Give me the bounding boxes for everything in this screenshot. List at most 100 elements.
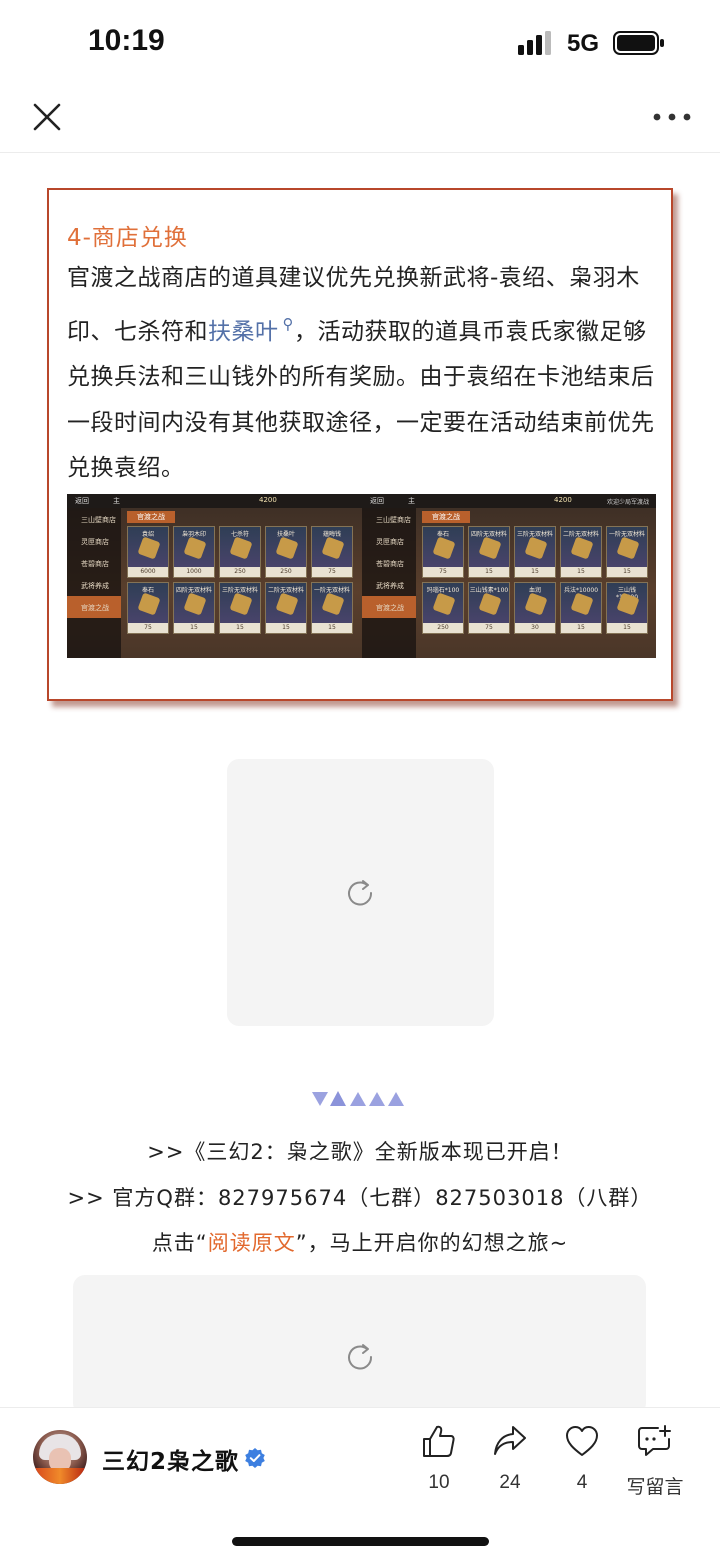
favorite-count: 4 [576, 1472, 588, 1493]
shop-item-price: 250 [220, 567, 260, 577]
shop-item-price: 15 [469, 567, 509, 577]
search-icon[interactable]: ⚲ [283, 315, 295, 333]
shop-home-label: 主 [113, 497, 120, 505]
shop-item-grid: 袁绍 6000 枭羽木印 1000 七杀符 250 扶桑叶 250 蕴晦钱 75 奉石 75 四阶无双材… [127, 526, 359, 634]
shop-item-cell: 三山钱*1000015 [606, 582, 648, 634]
shop-item-price: 15 [312, 623, 352, 633]
shop-item-name: 蕴晦钱 [322, 531, 341, 538]
shop-tab: 官渡之战 [127, 511, 175, 523]
shop-item-cell: 一阶无双材料自选15 [311, 582, 353, 634]
shop-sidebar-item-active: 官渡之战 [67, 596, 121, 618]
footer-read-original: 点击“阅读原文”，马上开启你的幻想之旅~ [0, 1227, 720, 1257]
nav-bar [0, 86, 720, 153]
shop-item-cell: 玛瑙石*100 250 [422, 582, 464, 634]
shop-item-name: 兵法*10000 [563, 587, 599, 594]
close-icon[interactable] [28, 98, 66, 136]
account-name[interactable]: 三幻2枭之歌 [102, 1442, 239, 1476]
shop-item-name: 扶桑叶 [276, 531, 295, 538]
shop-home-label: 主 [408, 497, 415, 505]
footer-qq-groups: >> 官方Q群：827975674（七群）827503018（八群） [67, 1186, 653, 1210]
loading-spinner-icon [348, 1344, 373, 1370]
bottom-action-bar: 三幻2枭之歌 10 24 4 写留言 [0, 1407, 720, 1558]
shop-item-price: 1000 [174, 567, 214, 577]
favorite-button[interactable]: 4 [547, 1424, 617, 1504]
shop-item-cell: 扶桑叶 250 [265, 526, 307, 578]
shop-sidebar: 三山壁商店 灵匣商店 苍碧商店 武将养成 官渡之战 [67, 508, 121, 658]
shop-currency: 4200 [259, 496, 277, 504]
decorative-triangles-icon [312, 1091, 404, 1106]
avatar-flame [33, 1468, 87, 1484]
shop-screenshot-image[interactable]: 返回 主 4200 三山壁商店 灵匣商店 苍碧商店 武将养成 官渡之战 官渡之战… [67, 494, 656, 658]
footer-version-note: >>《三幻2：枭之歌》全新版本现已开启！ [147, 1140, 573, 1164]
shop-item-name: 枭羽木印 [181, 531, 206, 538]
shop-sidebar-item: 武将养成 [81, 582, 109, 590]
read-original-link[interactable]: 阅读原文 [208, 1231, 296, 1255]
shop-item-cell: 血润 30 [514, 582, 556, 634]
verified-badge-icon [245, 1448, 265, 1468]
shop-item-cell: 二阶无双材料自选15 [560, 526, 602, 578]
shop-item-name: 袁绍 [141, 531, 154, 538]
shop-sidebar-item: 灵匣商店 [81, 538, 109, 546]
share-button[interactable]: 24 [475, 1424, 545, 1504]
loading-spinner-icon [348, 880, 373, 906]
shop-item-cell: 二阶无双材料自选15 [265, 582, 307, 634]
like-count: 10 [428, 1472, 450, 1493]
shop-item-cell: 三阶无双材料自选15 [514, 526, 556, 578]
shop-item-icon [137, 592, 161, 616]
shop-item-name: 玛瑙石*100 [426, 587, 460, 594]
shop-item-price: 250 [423, 623, 463, 633]
shop-item-name: 七杀符 [230, 531, 249, 538]
shop-item-price: 75 [312, 567, 352, 577]
shop-screenshot-right: 返回 主 4200 欢迎少局军渡战 三山壁商店 灵匣商店 苍碧商店 武将养成 官… [362, 494, 656, 658]
shop-back-label: 返回 [75, 497, 89, 505]
share-icon [494, 1426, 526, 1455]
article-card: 4-商店兑换 官渡之战商店的道具建议优先兑换新武将-袁绍、枭羽木印、七杀符和扶桑… [47, 188, 673, 701]
comment-icon [638, 1425, 671, 1456]
shop-item-icon [137, 536, 161, 560]
shop-item-price: 15 [174, 623, 214, 633]
image-loading-placeholder [227, 759, 494, 1026]
shop-sidebar-item: 武将养成 [376, 582, 404, 590]
shop-top-bar: 返回 主 4200 欢迎少局军渡战 [362, 494, 656, 508]
shop-item-icon [478, 592, 502, 616]
shop-item-cell: 奉石 75 [422, 526, 464, 578]
network-type: 5G [567, 30, 600, 57]
cellular-signal-icon [518, 31, 551, 55]
shop-item-price: 15 [607, 623, 647, 633]
shop-sidebar-item: 灵匣商店 [376, 538, 404, 546]
shop-item-cell: 四阶无双材料自选15 [468, 526, 510, 578]
shop-item-name: 奉石 [436, 531, 449, 538]
shop-item-price: 250 [266, 567, 306, 577]
shop-currency: 4200 [554, 496, 572, 504]
footer-suffix: ”，马上开启你的幻想之旅~ [295, 1231, 569, 1255]
shop-item-icon [229, 536, 253, 560]
shop-item-cell: 四阶无双材料自选15 [173, 582, 215, 634]
account-avatar[interactable] [33, 1430, 87, 1484]
more-icon[interactable] [652, 98, 692, 136]
shop-item-price: 15 [607, 567, 647, 577]
shop-item-cell: 枭羽木印 1000 [173, 526, 215, 578]
shop-item-icon [524, 592, 548, 616]
shop-top-bar: 返回 主 4200 [67, 494, 362, 508]
shop-item-grid: 奉石 75 四阶无双材料自选15三阶无双材料自选15二阶无双材料自选15一阶无双材料… [422, 526, 654, 634]
thumbs-up-icon [423, 1425, 455, 1457]
like-button[interactable]: 10 [404, 1424, 474, 1504]
shop-top-note: 欢迎少局军渡战 [606, 499, 649, 506]
home-indicator[interactable] [232, 1537, 489, 1546]
shop-tab: 官渡之战 [422, 511, 470, 523]
shop-item-name: 奉石 [141, 587, 154, 594]
keyword-link[interactable]: 扶桑叶 [208, 319, 279, 345]
shop-item-cell: 三山钱素*100 75 [468, 582, 510, 634]
shop-sidebar-item: 三山壁商店 [376, 516, 411, 524]
image-loading-placeholder [73, 1275, 646, 1415]
shop-item-price: 15 [561, 623, 601, 633]
status-time: 10:19 [88, 24, 165, 57]
shop-item-price: 75 [469, 623, 509, 633]
shop-item-name: 血润 [528, 587, 541, 594]
shop-sidebar-item-active: 官渡之战 [362, 596, 416, 618]
shop-item-cell: 蕴晦钱 75 [311, 526, 353, 578]
shop-item-price: 75 [423, 567, 463, 577]
share-count: 24 [499, 1472, 521, 1493]
shop-item-price: 6000 [128, 567, 168, 577]
write-comment-button[interactable]: 写留言 [615, 1424, 695, 1504]
